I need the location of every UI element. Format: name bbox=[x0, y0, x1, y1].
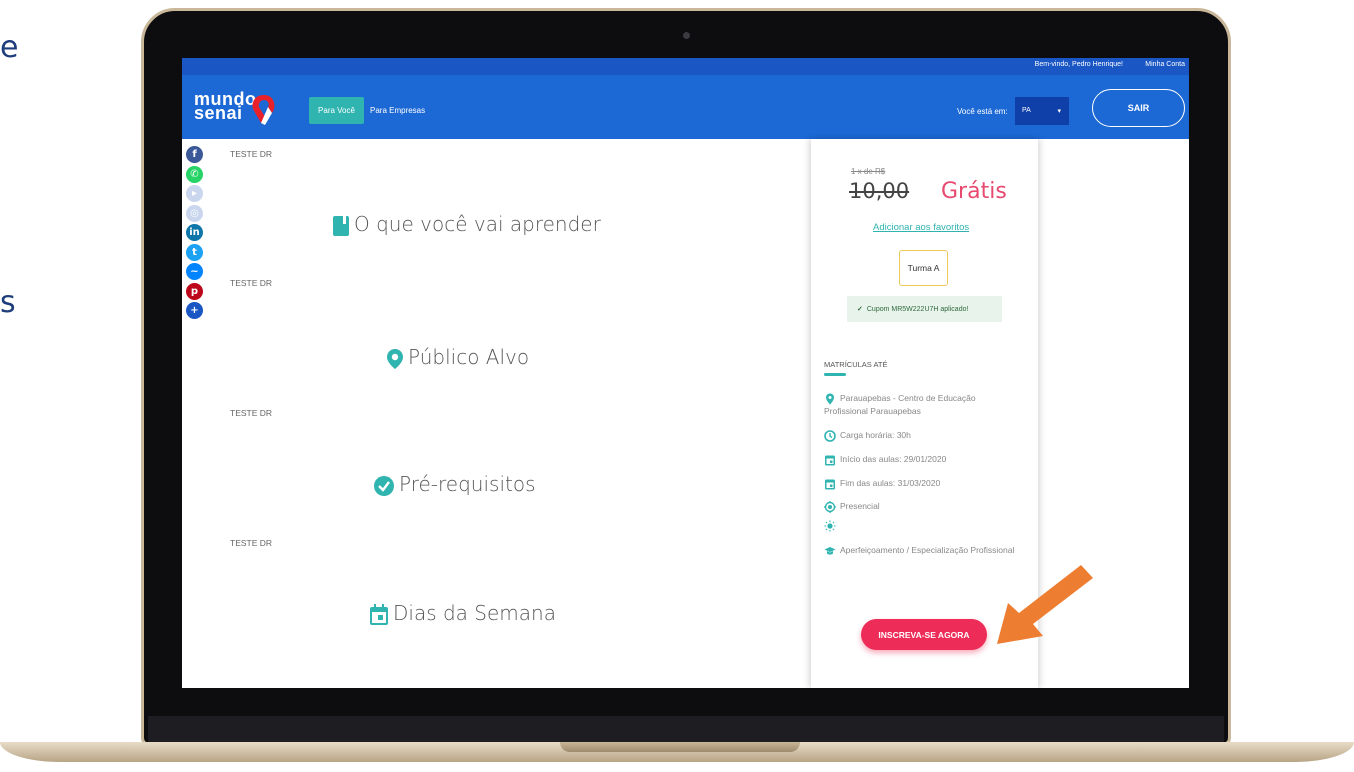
whatsapp-icon[interactable]: ✆ bbox=[186, 165, 203, 183]
info-text: Aperfeiçoamento / Especialização Profiss… bbox=[840, 545, 1015, 555]
slide-text-fragment: e bbox=[0, 30, 19, 65]
linkedin-icon[interactable]: in bbox=[186, 224, 203, 241]
add-to-favorites-link[interactable]: Adicionar aos favoritos bbox=[873, 222, 969, 233]
price-free: Grátis bbox=[941, 179, 1007, 204]
orange-pointer-arrow-icon bbox=[997, 565, 1093, 644]
enroll-until-label: MATRÍCULAS ATÉ bbox=[824, 360, 888, 369]
info-text: Carga horária: 30h bbox=[840, 430, 911, 440]
para-empresas-link[interactable]: Para Empresas bbox=[370, 106, 425, 115]
info-shift bbox=[824, 519, 1016, 532]
logo-word-2: senai bbox=[194, 103, 243, 123]
location-pin-icon bbox=[387, 348, 403, 369]
section-title-text: Dias da Semana bbox=[393, 601, 556, 625]
info-text: Fim das aulas: 31/03/2020 bbox=[840, 478, 941, 488]
check-icon: ✓ bbox=[857, 306, 863, 313]
section-note: TESTE DR bbox=[230, 149, 273, 159]
section-note: TESTE DR bbox=[230, 278, 273, 288]
section-title-prereq: Pré-requisitos bbox=[373, 472, 536, 497]
welcome-text: Bem-vindo, Pedro Henrique! bbox=[1034, 61, 1123, 68]
map-pin-icon bbox=[826, 393, 834, 405]
info-text: Parauapebas - Centro de Educação Profiss… bbox=[824, 393, 976, 416]
info-location: Parauapebas - Centro de Educação Profiss… bbox=[824, 392, 1016, 418]
section-title-learn: O que você vai aprender bbox=[332, 212, 601, 237]
state-value: PA bbox=[1022, 107, 1031, 114]
logout-button[interactable]: SAIR bbox=[1092, 89, 1185, 127]
slide-stage: { "slide_fragments": ["e", "s"], "topbar… bbox=[0, 0, 1354, 772]
webcam bbox=[683, 32, 690, 39]
calendar-end-icon bbox=[825, 479, 835, 490]
section-title-text: Pré-requisitos bbox=[399, 472, 536, 496]
section-title-text: O que você vai aprender bbox=[354, 212, 601, 236]
section-note: TESTE DR bbox=[230, 538, 273, 548]
coupon-applied-alert: ✓ Cupom MR5W222U7H aplicado! bbox=[847, 296, 1002, 322]
graduation-cap-icon bbox=[824, 546, 836, 555]
info-category: Aperfeiçoamento / Especialização Profiss… bbox=[824, 544, 1016, 557]
enroll-now-button[interactable]: INSCREVA-SE AGORA bbox=[861, 619, 987, 650]
section-title-weekdays: Dias da Semana bbox=[369, 601, 556, 626]
check-circle-icon bbox=[374, 475, 394, 496]
section-note: TESTE DR bbox=[230, 408, 273, 418]
social-share-rail: f ✆ ▸ ◎ in t ~ p + bbox=[186, 146, 204, 322]
para-voce-button[interactable]: Para Você bbox=[309, 97, 364, 124]
class-option-button[interactable]: Turma A bbox=[899, 250, 948, 286]
state-select[interactable]: PA ▾ bbox=[1015, 97, 1069, 125]
info-text: Presencial bbox=[840, 501, 880, 511]
instagram-icon[interactable]: ◎ bbox=[186, 204, 203, 222]
logo-mark-icon bbox=[252, 95, 275, 125]
messenger-icon[interactable]: ~ bbox=[186, 263, 203, 280]
divider-accent bbox=[824, 373, 846, 376]
coupon-text: Cupom MR5W222U7H aplicado! bbox=[866, 306, 969, 313]
clock-icon bbox=[824, 429, 836, 442]
info-start: Início das aulas: 29/01/2020 bbox=[824, 453, 1016, 466]
facebook-icon[interactable]: f bbox=[186, 146, 203, 163]
location-label: Você está em: bbox=[957, 107, 1008, 116]
book-icon bbox=[333, 215, 349, 236]
share-plus-icon[interactable]: + bbox=[186, 302, 203, 319]
pinterest-icon[interactable]: p bbox=[186, 282, 203, 300]
laptop-notch bbox=[560, 742, 800, 752]
sun-icon bbox=[824, 520, 836, 532]
calendar-icon bbox=[370, 603, 388, 625]
info-end: Fim das aulas: 31/03/2020 bbox=[824, 477, 1016, 490]
twitter-icon[interactable]: t bbox=[186, 243, 203, 261]
slide-text-fragment: s bbox=[0, 285, 16, 320]
target-icon bbox=[824, 500, 836, 513]
top-bar: Bem-vindo, Pedro Henrique! Minha Conta bbox=[182, 58, 1189, 75]
price-original: 10,00 bbox=[849, 179, 910, 203]
main-navbar: mundo senai Para Você Para Empresas Você… bbox=[182, 75, 1189, 139]
caret-down-icon: ▾ bbox=[1057, 108, 1061, 115]
price-installment: 1 x de R$ bbox=[851, 167, 886, 176]
section-title-text: Público Alvo bbox=[408, 345, 530, 369]
info-workload: Carga horária: 30h bbox=[824, 429, 1016, 442]
info-text: Início das aulas: 29/01/2020 bbox=[840, 454, 947, 464]
youtube-icon[interactable]: ▸ bbox=[186, 185, 203, 202]
info-mode: Presencial bbox=[824, 500, 1016, 513]
calendar-start-icon bbox=[825, 455, 835, 466]
mundo-senai-logo[interactable]: mundo senai bbox=[194, 90, 284, 129]
my-account-link[interactable]: Minha Conta bbox=[1145, 61, 1185, 68]
laptop-bezel bbox=[148, 716, 1224, 742]
section-title-audience: Público Alvo bbox=[386, 345, 529, 370]
